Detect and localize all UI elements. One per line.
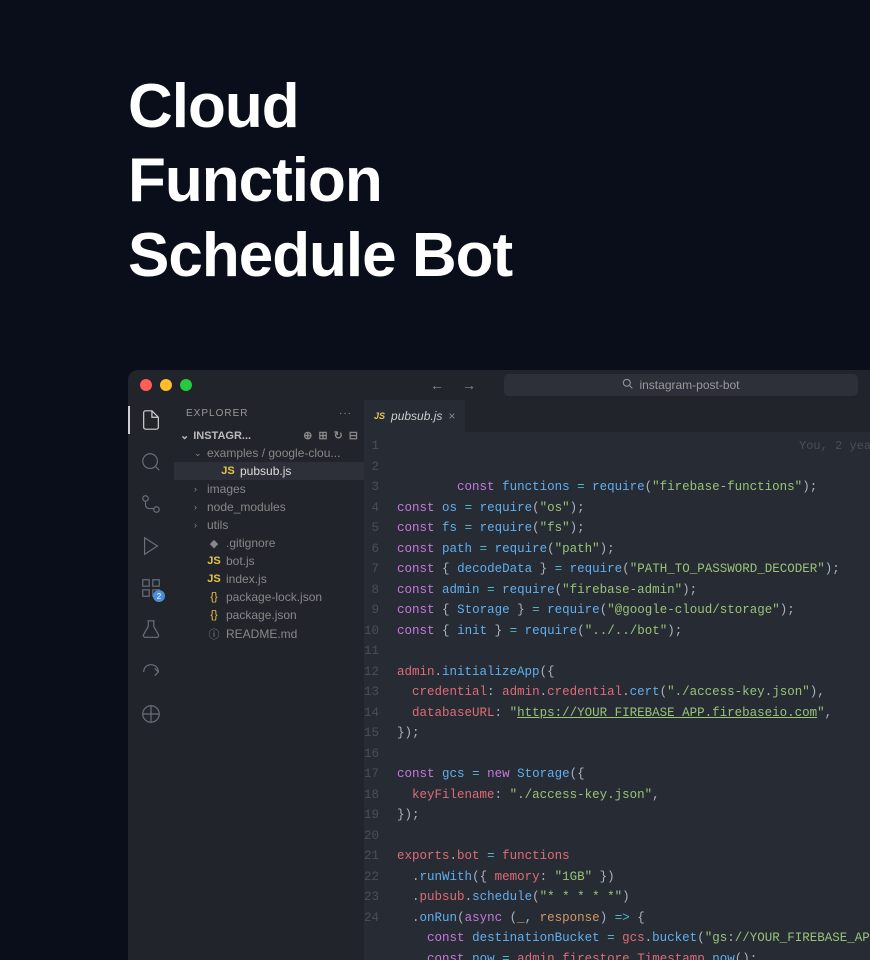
hero-line-2: Function: [128, 144, 512, 218]
code-area[interactable]: 1 2 3 4 5 6 7 8 9 10 11 12 13 14 15 16 1…: [364, 432, 870, 960]
tree-item-images[interactable]: › images: [174, 480, 364, 498]
nav-forward-button[interactable]: →: [462, 377, 476, 393]
item-label: .gitignore: [226, 536, 275, 550]
js-file-icon: JS: [374, 411, 385, 421]
item-label: README.md: [226, 627, 297, 641]
minimize-window-button[interactable]: [160, 379, 172, 391]
activity-bar: 2: [128, 400, 174, 960]
testing-icon[interactable]: [139, 618, 163, 642]
editor-pane: JS pubsub.js × 1 2 3 4 5 6 7 8 9 10 11 1…: [364, 400, 870, 960]
hero-title: Cloud Function Schedule Bot: [128, 70, 512, 293]
new-folder-icon[interactable]: ⊞: [318, 429, 327, 442]
file-icon: ⓘ: [207, 626, 221, 642]
file-icon: JS: [207, 555, 221, 567]
folder-label: examples / google-clou...: [207, 446, 340, 460]
file-icon: {}: [207, 609, 221, 621]
project-actions: ⊕ ⊞ ↻ ⊟: [303, 429, 358, 442]
item-label: utils: [207, 518, 228, 532]
refresh-icon[interactable]: ↻: [334, 429, 343, 442]
item-label: node_modules: [207, 500, 286, 514]
tab-bar: JS pubsub.js ×: [364, 400, 870, 432]
tree-item-package-lock-json[interactable]: {} package-lock.json: [174, 588, 364, 606]
item-label: package-lock.json: [226, 590, 322, 604]
tree-item-index-js[interactable]: JS index.js: [174, 570, 364, 588]
project-name: INSTAGR...: [193, 430, 251, 442]
line-numbers: 1 2 3 4 5 6 7 8 9 10 11 12 13 14 15 16 1…: [364, 432, 397, 960]
chevron-right-icon: ›: [194, 502, 202, 512]
sidebar: EXPLORER ··· ⌄ INSTAGR... ⊕ ⊞ ↻ ⊟ ⌄ exam…: [174, 400, 364, 960]
chevron-down-icon: ⌄: [194, 448, 202, 459]
search-icon: [622, 378, 633, 392]
nav-arrows: ← →: [430, 377, 476, 393]
hero-line-1: Cloud: [128, 70, 512, 144]
tree-item-node_modules[interactable]: › node_modules: [174, 498, 364, 516]
tree-item-pubsub-js[interactable]: JS pubsub.js: [174, 462, 364, 480]
collapse-icon[interactable]: ⊟: [349, 429, 358, 442]
hero-line-3: Schedule Bot: [128, 219, 512, 293]
tree-item-README-md[interactable]: ⓘ README.md: [174, 624, 364, 644]
item-label: images: [207, 482, 246, 496]
item-label: pubsub.js: [240, 464, 291, 478]
remote-icon[interactable]: [139, 702, 163, 726]
sidebar-title: EXPLORER: [186, 408, 248, 419]
tab-filename: pubsub.js: [391, 409, 442, 423]
explorer-icon[interactable]: [139, 408, 163, 432]
chevron-right-icon: ›: [194, 484, 202, 494]
close-window-button[interactable]: [140, 379, 152, 391]
item-label: bot.js: [226, 554, 255, 568]
maximize-window-button[interactable]: [180, 379, 192, 391]
title-bar: ← → instagram-post-bot: [128, 370, 870, 400]
project-header[interactable]: ⌄ INSTAGR... ⊕ ⊞ ↻ ⊟: [174, 427, 364, 444]
main-area: 2 EXPLORER ··· ⌄ INSTAGR... ⊕ ⊞: [128, 400, 870, 960]
extensions-icon[interactable]: 2: [139, 576, 163, 600]
code-content[interactable]: You, 2 years ago const functions = requi…: [397, 432, 870, 960]
chevron-down-icon: ⌄: [180, 429, 189, 442]
file-icon: ◆: [207, 537, 221, 550]
sidebar-menu-button[interactable]: ···: [339, 408, 352, 419]
search-activity-icon[interactable]: [139, 450, 163, 474]
share-icon[interactable]: [139, 660, 163, 684]
new-file-icon[interactable]: ⊕: [303, 429, 312, 442]
file-icon: {}: [207, 591, 221, 603]
nav-back-button[interactable]: ←: [430, 377, 444, 393]
tree-item-package-json[interactable]: {} package.json: [174, 606, 364, 624]
tree-folder-examples[interactable]: ⌄ examples / google-clou...: [174, 444, 364, 462]
tab-pubsub[interactable]: JS pubsub.js ×: [364, 400, 465, 432]
traffic-lights: [140, 379, 192, 391]
item-label: index.js: [226, 572, 267, 586]
close-tab-button[interactable]: ×: [448, 409, 455, 423]
tree-item--gitignore[interactable]: ◆ .gitignore: [174, 534, 364, 552]
tree-item-bot-js[interactable]: JS bot.js: [174, 552, 364, 570]
tree-item-utils[interactable]: › utils: [174, 516, 364, 534]
item-label: package.json: [226, 608, 297, 622]
file-icon: JS: [207, 573, 221, 585]
run-debug-icon[interactable]: [139, 534, 163, 558]
editor-window: ← → instagram-post-bot: [128, 370, 870, 960]
command-center[interactable]: instagram-post-bot: [504, 374, 858, 396]
chevron-right-icon: ›: [194, 520, 202, 530]
search-text: instagram-post-bot: [639, 378, 739, 392]
git-blame-annotation: You, 2 years ago: [799, 436, 870, 457]
extensions-badge: 2: [153, 590, 165, 602]
sidebar-header: EXPLORER ···: [174, 400, 364, 427]
source-control-icon[interactable]: [139, 492, 163, 516]
file-icon: JS: [221, 465, 235, 477]
